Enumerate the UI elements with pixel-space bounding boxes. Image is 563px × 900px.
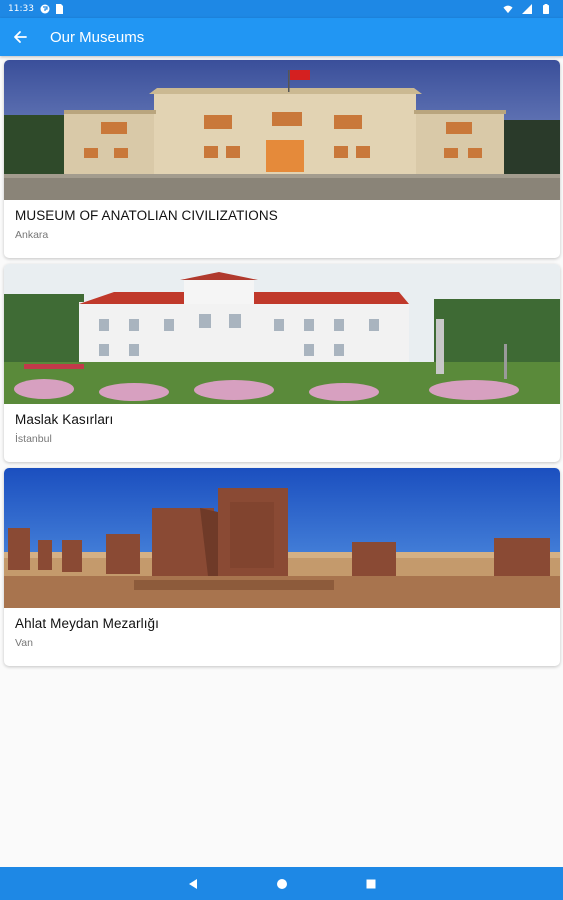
museum-photo (4, 264, 560, 404)
sim-card-icon (54, 4, 64, 14)
museum-name: Maslak Kasırları (15, 412, 114, 427)
status-time: 11:33 (8, 4, 34, 14)
museum-card[interactable]: Ahlat Meydan Mezarlığı Van (4, 468, 560, 666)
museum-city: İstanbul (15, 433, 52, 445)
museum-card[interactable]: MUSEUM OF ANATOLIAN CIVILIZATIONS Ankara (4, 60, 560, 258)
back-button[interactable] (0, 18, 40, 56)
notification-app-icon (40, 4, 50, 14)
status-bar: 11:33 (0, 0, 563, 18)
home-circle-icon (276, 878, 287, 889)
museum-photo (4, 468, 560, 608)
museum-name: Ahlat Meydan Mezarlığı (15, 616, 160, 631)
wifi-icon (503, 4, 513, 14)
battery-icon (541, 4, 551, 14)
museum-list: MUSEUM OF ANATOLIAN CIVILIZATIONS Ankara (4, 60, 560, 672)
back-triangle-icon (188, 878, 197, 889)
arrow-back-icon (14, 31, 27, 43)
museum-photo (4, 60, 560, 200)
recents-square-icon (366, 879, 375, 888)
museum-city: Van (15, 637, 33, 649)
system-nav-bar (0, 867, 563, 900)
nav-back-button[interactable] (186, 877, 200, 891)
page-title: Our Museums (50, 28, 145, 46)
app-bar: Our Museums (0, 18, 563, 56)
nav-recents-button[interactable] (364, 877, 378, 891)
museum-name: MUSEUM OF ANATOLIAN CIVILIZATIONS (15, 208, 278, 223)
museum-city: Ankara (15, 229, 49, 241)
signal-icon (522, 4, 532, 14)
nav-home-button[interactable] (275, 877, 289, 891)
museum-card[interactable]: Maslak Kasırları İstanbul (4, 264, 560, 462)
